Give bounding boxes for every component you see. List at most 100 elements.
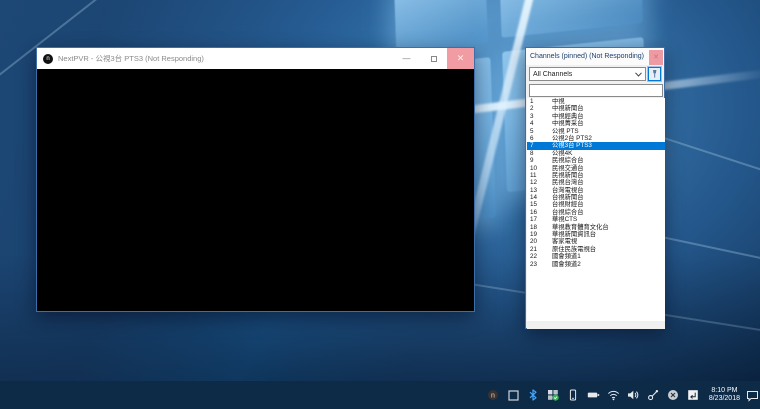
- channel-row[interactable]: 20客家電視: [527, 238, 665, 245]
- channel-number: 3: [527, 113, 552, 120]
- minimize-button[interactable]: —: [393, 48, 420, 69]
- channel-number: 6: [527, 135, 552, 142]
- disconnected-icon[interactable]: [667, 389, 680, 402]
- channel-name: 台視財經台: [552, 201, 665, 208]
- channel-number: 16: [527, 209, 552, 216]
- svg-text:n: n: [491, 392, 495, 399]
- channel-row[interactable]: 10民視交通台: [527, 165, 665, 172]
- nextpvr-window: n NextPVR - 公視3台 PTS3 (Not Responding) —…: [36, 47, 475, 312]
- channel-number: 17: [527, 216, 552, 223]
- channel-row[interactable]: 19華視新聞資訊台: [527, 231, 665, 238]
- channel-name: 民視交通台: [552, 165, 665, 172]
- channel-number: 19: [527, 231, 552, 238]
- channel-row[interactable]: 18華視教育體育文化台: [527, 224, 665, 231]
- channel-name: 公視 PTS: [552, 128, 665, 135]
- system-tray: n: [487, 389, 705, 402]
- channels-window-title: Channels (pinned) (Not Responding): [526, 53, 649, 60]
- channel-number: 20: [527, 238, 552, 245]
- clock-date: 8/23/2018: [709, 395, 740, 404]
- channel-name: 華視CTS: [552, 216, 665, 223]
- close-button[interactable]: ✕: [447, 48, 474, 69]
- channel-name: 國會頻道1: [552, 253, 665, 260]
- channel-row[interactable]: 14台視新聞台: [527, 194, 665, 201]
- wifi-icon[interactable]: [607, 389, 620, 402]
- maximize-button[interactable]: [420, 48, 447, 69]
- channel-row[interactable]: 21原住民族電視台: [527, 246, 665, 253]
- channel-number: 1: [527, 98, 552, 105]
- key-icon[interactable]: [647, 389, 660, 402]
- channel-name: 華視教育體育文化台: [552, 224, 665, 231]
- channel-number: 2: [527, 105, 552, 112]
- clock-time: 8:10 PM: [709, 387, 740, 396]
- channel-row[interactable]: 22國會頻道1: [527, 253, 665, 260]
- channels-close-button[interactable]: ✕: [649, 50, 663, 65]
- taskbar[interactable]: n 8:10 PM 8/23/2018: [0, 381, 760, 409]
- channel-name: 國會頻道2: [552, 261, 665, 268]
- channel-row[interactable]: 6公視2台 PTS2: [527, 135, 665, 142]
- taskbar-clock[interactable]: 8:10 PM 8/23/2018: [705, 387, 744, 404]
- bluetooth-icon[interactable]: [527, 389, 540, 402]
- channel-group-value: All Channels: [533, 71, 635, 78]
- channel-row[interactable]: 2中視新聞台: [527, 105, 665, 112]
- phone-icon[interactable]: [567, 389, 580, 402]
- nextpvr-app-icon: n: [43, 54, 53, 64]
- channel-row[interactable]: 11民視新聞台: [527, 172, 665, 179]
- channel-row[interactable]: 13台灣電視台: [527, 187, 665, 194]
- channel-row[interactable]: 12民視台灣台: [527, 179, 665, 186]
- pin-icon: [650, 69, 659, 79]
- channel-number: 7: [527, 142, 552, 149]
- volume-icon[interactable]: [627, 389, 640, 402]
- video-display-area[interactable]: [37, 69, 474, 311]
- channel-name: 客家電視: [552, 238, 665, 245]
- channel-row[interactable]: 8公視4K: [527, 150, 665, 157]
- channel-number: 8: [527, 150, 552, 157]
- channel-number: 4: [527, 120, 552, 127]
- channel-number: 10: [527, 165, 552, 172]
- channel-number: 15: [527, 201, 552, 208]
- nextpvr-window-title: NextPVR - 公視3台 PTS3 (Not Responding): [58, 53, 393, 64]
- channel-group-dropdown[interactable]: All Channels: [529, 67, 646, 81]
- channel-name: 民視綜合台: [552, 157, 665, 164]
- app-window-tray-icon[interactable]: [507, 389, 520, 402]
- channel-list[interactable]: 1中視2中視新聞台3中視經典台4中視菁采台5公視 PTS6公視2台 PTS27公…: [527, 98, 665, 321]
- channel-row[interactable]: 4中視菁采台: [527, 120, 665, 127]
- channel-number: 5: [527, 128, 552, 135]
- channel-number: 13: [527, 187, 552, 194]
- channel-row[interactable]: 16台視綜合台: [527, 209, 665, 216]
- channel-number: 9: [527, 157, 552, 164]
- chevron-down-icon: [635, 72, 642, 77]
- window-arrow-icon[interactable]: [687, 389, 700, 402]
- action-center-button[interactable]: [744, 387, 760, 403]
- channel-row[interactable]: 3中視經典台: [527, 113, 665, 120]
- channel-row[interactable]: 7公視3台 PTS3: [527, 142, 665, 149]
- channel-row[interactable]: 1中視: [527, 98, 665, 105]
- channel-row[interactable]: 9民視綜合台: [527, 157, 665, 164]
- channel-row[interactable]: 5公視 PTS: [527, 128, 665, 135]
- channel-number: 11: [527, 172, 552, 179]
- channel-number: 21: [527, 246, 552, 253]
- channel-name: 中視新聞台: [552, 105, 665, 112]
- action-center-icon: [746, 389, 759, 402]
- channel-row[interactable]: 23國會頻道2: [527, 261, 665, 268]
- channel-number: 14: [527, 194, 552, 201]
- channel-number: 12: [527, 179, 552, 186]
- channels-titlebar[interactable]: Channels (pinned) (Not Responding) ✕: [526, 48, 664, 65]
- battery-icon[interactable]: [587, 389, 600, 402]
- channel-search-input[interactable]: [529, 84, 663, 97]
- channel-name: 民視台灣台: [552, 179, 665, 186]
- pin-button[interactable]: [648, 67, 661, 81]
- channel-name: 中視菁采台: [552, 120, 665, 127]
- channel-number: 22: [527, 253, 552, 260]
- channel-name: 台灣電視台: [552, 187, 665, 194]
- maximize-icon: [431, 56, 437, 62]
- channels-window-footer: [527, 321, 665, 329]
- nextpvr-titlebar[interactable]: n NextPVR - 公視3台 PTS3 (Not Responding) —…: [37, 48, 474, 69]
- channels-window: Channels (pinned) (Not Responding) ✕ All…: [525, 47, 665, 329]
- channel-number: 18: [527, 224, 552, 231]
- channel-row[interactable]: 15台視財經台: [527, 201, 665, 208]
- channel-name: 公視3台 PTS3: [552, 142, 665, 149]
- channel-number: 23: [527, 261, 552, 268]
- windows-security-icon[interactable]: [547, 389, 560, 402]
- channel-row[interactable]: 17華視CTS: [527, 216, 665, 223]
- nextpvr-tray-icon[interactable]: n: [487, 389, 500, 402]
